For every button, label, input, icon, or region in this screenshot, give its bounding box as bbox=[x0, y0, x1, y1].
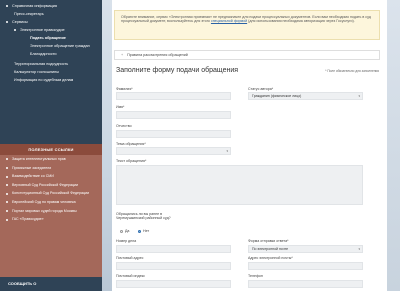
sidebar-item-label: Территориальная подсудность bbox=[14, 62, 69, 66]
useful-link[interactable]: Верховный Суд Российской Федерации bbox=[0, 181, 102, 190]
radio-no-circle[interactable] bbox=[138, 229, 141, 233]
notice-box: Обратите внимание, сервис «Электронная п… bbox=[114, 10, 380, 40]
author-status-value: Гражданин (физическое лицо) bbox=[252, 94, 302, 98]
useful-link-label: Конституционный Суд Российской Федерации bbox=[12, 191, 90, 196]
sidebar-item-thanks[interactable]: Благодарности bbox=[0, 50, 102, 58]
bullet-icon bbox=[6, 192, 8, 195]
text-textarea[interactable] bbox=[116, 165, 363, 205]
useful-link-label: Защита интеллектуальных прав bbox=[12, 157, 66, 161]
author-status-select[interactable]: Гражданин (физическое лицо) ▾ bbox=[248, 92, 363, 100]
sidebar-item-services[interactable]: Сервисы bbox=[0, 18, 102, 26]
bullet-icon bbox=[6, 209, 8, 212]
bullet-icon bbox=[14, 28, 16, 31]
sidebar-item-reference[interactable]: Справочная информация bbox=[0, 2, 102, 10]
useful-links-list: Защита интеллектуальных прав Присяжные з… bbox=[0, 155, 102, 277]
useful-link[interactable]: Европейский Суд по правам человека bbox=[0, 198, 102, 207]
radio-yes-label: Да bbox=[125, 229, 130, 233]
useful-link-label: Европейский Суд по правам человека bbox=[12, 199, 76, 204]
bullet-icon bbox=[6, 175, 8, 178]
author-status-label: Статус автора* bbox=[248, 87, 274, 91]
postal-address-label: Почтовый адрес bbox=[116, 256, 144, 260]
sidebar-item-label: Пресс-секретарь bbox=[14, 11, 44, 16]
case-number-label: Номер дела bbox=[116, 239, 137, 243]
sidebar-item-e-appeal[interactable]: Электронное обращение граждан bbox=[0, 42, 102, 50]
bullet-icon bbox=[6, 20, 8, 23]
useful-link-label: Верховный Суд Российской Федерации bbox=[12, 182, 79, 187]
topic-label: Тема обращения* bbox=[116, 142, 146, 146]
useful-links-header: ПОЛЕЗНЫЕ ССЫЛКИ bbox=[0, 144, 102, 155]
postal-index-input[interactable] bbox=[116, 280, 231, 288]
radio-yes-circle[interactable] bbox=[120, 229, 123, 233]
email-label: Адрес электронной почты* bbox=[248, 256, 293, 260]
bullet-icon bbox=[6, 201, 8, 204]
sidebar-item-label: Справочная информация bbox=[12, 3, 57, 8]
bullet-icon bbox=[6, 166, 8, 169]
plus-icon: + bbox=[121, 53, 124, 57]
reply-form-label: Форма отправки ответа* bbox=[248, 239, 289, 243]
useful-link[interactable]: Взаимодействие со СМИ bbox=[0, 172, 102, 181]
bullet-icon bbox=[6, 184, 8, 187]
phone-label: Телефон bbox=[248, 274, 263, 278]
sidebar-item-press[interactable]: Пресс-секретарь bbox=[0, 10, 102, 18]
page-edge bbox=[387, 0, 400, 291]
reply-form-value: По электронной почте bbox=[252, 247, 289, 251]
useful-link[interactable]: Присяжные заседатели bbox=[0, 164, 102, 173]
required-note: * Поле обязательно для заполнения bbox=[325, 69, 379, 73]
radio-no-label: Нет bbox=[143, 229, 150, 233]
useful-link[interactable]: Конституционный Суд Российской Федерации bbox=[0, 189, 102, 198]
prior-question-label: Обращались ли вы ранее в Черемушкинский … bbox=[116, 212, 171, 221]
lastname-label: Фамилия* bbox=[116, 87, 133, 91]
postal-address-input[interactable] bbox=[116, 262, 231, 270]
special-form-link[interactable]: специальной формой bbox=[211, 19, 247, 23]
sidebar-item-jurisdiction[interactable]: Территориальная подсудность bbox=[0, 58, 102, 69]
text-label: Текст обращения* bbox=[116, 159, 147, 163]
radio-yes[interactable]: Да bbox=[120, 229, 129, 233]
reply-form-select[interactable]: По электронной почте ▾ bbox=[248, 245, 363, 253]
sidebar-item-label: Калькулятор госпошлины bbox=[14, 70, 59, 74]
useful-link[interactable]: ГАС «Правосудие» bbox=[0, 215, 102, 224]
bullet-icon bbox=[6, 4, 8, 7]
sidebar: Справочная информация Пресс-секретарь Се… bbox=[0, 0, 102, 291]
form-title: Заполните форму подачи обращения bbox=[116, 67, 239, 74]
useful-link-label: Присяжные заседатели bbox=[12, 165, 52, 170]
rules-label: Правила рассмотрения обращений bbox=[127, 53, 188, 57]
chevron-down-icon: ▾ bbox=[358, 94, 360, 98]
bullet-icon bbox=[6, 218, 8, 221]
sidebar-item-label: Сервисы bbox=[12, 19, 28, 24]
sidebar-item-label: Информация по судебным делам bbox=[14, 78, 74, 82]
patronymic-label: Отчество bbox=[116, 124, 132, 128]
lastname-input[interactable] bbox=[116, 92, 231, 100]
notice-text-tail: (для использования необходима авторизаци… bbox=[247, 19, 355, 24]
report-banner[interactable]: СООБЩИТЬ О bbox=[0, 277, 102, 291]
useful-link[interactable]: Защита интеллектуальных прав bbox=[0, 155, 102, 164]
rules-expander[interactable]: + Правила рассмотрения обращений bbox=[114, 50, 380, 60]
sidebar-item-calculator[interactable]: Калькулятор госпошлины bbox=[0, 69, 102, 77]
sidebar-item-case-info[interactable]: Информация по судебным делам bbox=[0, 77, 102, 85]
case-number-input[interactable] bbox=[116, 245, 231, 253]
sidebar-item-ejustice[interactable]: Электронное правосудие bbox=[0, 26, 102, 34]
useful-link[interactable]: Портал мировых судей города Москвы bbox=[0, 207, 102, 216]
sidebar-item-label: Подать обращение bbox=[30, 35, 66, 40]
main-content: Обратите внимание, сервис «Электронная п… bbox=[112, 0, 387, 291]
sidebar-item-label: Электронное правосудие bbox=[20, 27, 65, 32]
useful-link-label: ГАС «Правосудие» bbox=[12, 217, 44, 222]
chevron-down-icon: ▾ bbox=[358, 247, 360, 251]
sidebar-item-label: Благодарности bbox=[30, 51, 57, 56]
sidebar-nav: Справочная информация Пресс-секретарь Се… bbox=[0, 0, 102, 146]
topic-select[interactable]: ▾ bbox=[116, 147, 231, 155]
phone-input[interactable] bbox=[248, 280, 363, 288]
patronymic-input[interactable] bbox=[116, 130, 231, 138]
useful-link-label: Взаимодействие со СМИ bbox=[12, 174, 54, 179]
bullet-icon bbox=[6, 158, 8, 161]
chevron-down-icon: ▾ bbox=[226, 149, 228, 153]
radio-no[interactable]: Нет bbox=[138, 229, 149, 233]
postal-index-label: Почтовый индекс bbox=[116, 274, 145, 278]
email-input[interactable] bbox=[248, 262, 363, 270]
sidebar-item-submit[interactable]: Подать обращение bbox=[0, 34, 102, 42]
firstname-input[interactable] bbox=[116, 111, 231, 119]
firstname-label: Имя* bbox=[116, 105, 125, 109]
useful-link-label: Портал мировых судей города Москвы bbox=[12, 208, 77, 213]
sidebar-item-label: Электронное обращение граждан bbox=[30, 43, 90, 48]
